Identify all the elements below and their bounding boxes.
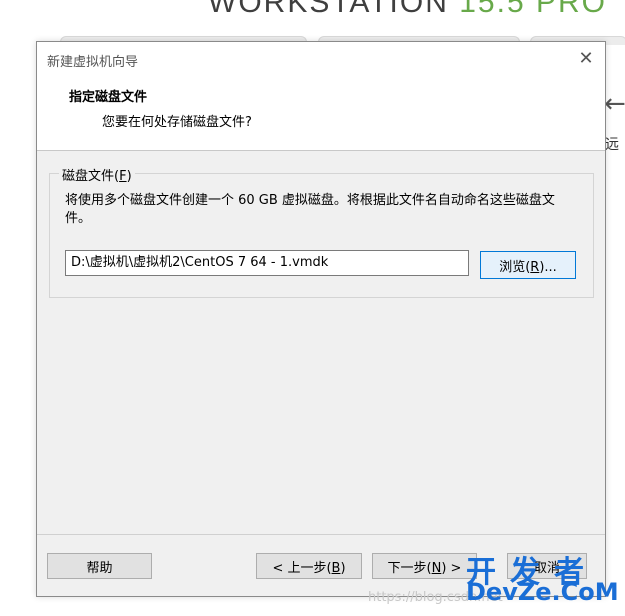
dialog-titlebar[interactable]: 新建虚拟机向导 ✕	[37, 42, 605, 76]
disk-file-group: 磁盘文件(F) 将使用多个磁盘文件创建一个 60 GB 虚拟磁盘。将根据此文件名…	[49, 165, 594, 298]
dialog-title: 新建虚拟机向导	[47, 55, 139, 70]
back-button[interactable]: < 上一步(B)	[256, 553, 362, 579]
workstation-brand: WORKSTATION 15.5 PRO	[208, 0, 607, 20]
devze-watermark-en: DevZe.CoM	[466, 578, 619, 606]
back-arrow-icon: ←	[604, 89, 625, 119]
close-icon[interactable]: ✕	[573, 46, 599, 72]
page-title: 指定磁盘文件	[69, 90, 148, 105]
disk-file-group-label: 磁盘文件(F)	[59, 165, 135, 184]
new-vm-wizard-dialog: 新建虚拟机向导 ✕ 指定磁盘文件 您要在何处存储磁盘文件? 磁盘文件(F) 将使…	[36, 41, 606, 597]
brand-version: 15.5 PRO	[459, 0, 607, 19]
page-subtitle: 您要在何处存储磁盘文件?	[102, 115, 252, 130]
footer-divider	[37, 534, 605, 535]
wizard-header: 指定磁盘文件 您要在何处存储磁盘文件?	[37, 76, 605, 151]
screen: WORKSTATION 15.5 PRO ← 远 新建虚拟机向导 ✕ 指定磁盘文…	[0, 0, 625, 616]
disk-file-description: 将使用多个磁盘文件创建一个 60 GB 虚拟磁盘。将根据此文件名自动命名这些磁盘…	[65, 193, 555, 226]
help-button[interactable]: 帮助	[47, 553, 152, 579]
browse-button[interactable]: 浏览(R)...	[480, 251, 576, 279]
background-remote-label: 远	[605, 137, 619, 153]
next-button[interactable]: 下一步(N) >	[372, 553, 477, 579]
brand-text: WORKSTATION	[208, 0, 449, 19]
disk-file-path-input[interactable]	[65, 250, 469, 276]
